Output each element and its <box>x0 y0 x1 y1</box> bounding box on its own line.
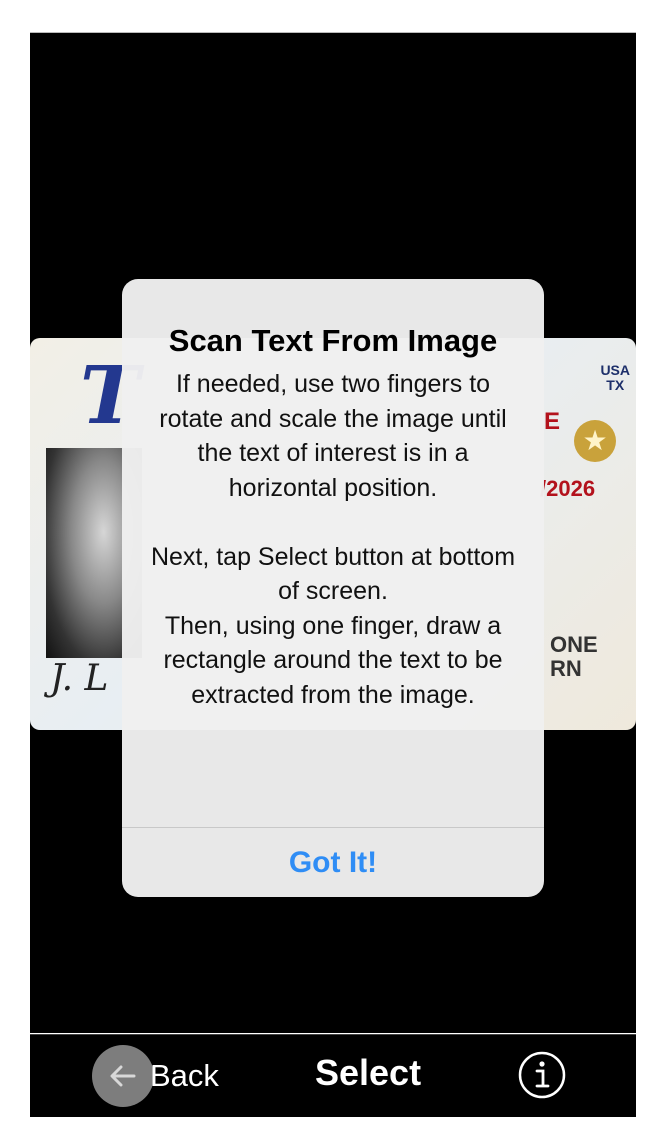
dialog-title: Scan Text From Image <box>168 323 498 358</box>
image-viewer[interactable]: T J. L USA TX ★ E /2026 ONE RN Scan Text… <box>30 32 636 1033</box>
card-signature: J. L <box>50 658 109 699</box>
card-text-one: ONE RN <box>550 633 598 681</box>
info-button[interactable] <box>518 1051 566 1099</box>
left-arrow-icon <box>92 1045 154 1107</box>
card-one-line1: ONE <box>550 632 598 657</box>
back-button[interactable]: Back <box>92 1045 219 1107</box>
got-it-button[interactable]: Got It! <box>122 828 544 897</box>
card-state-text: TX <box>606 377 625 393</box>
dialog-body: If needed, use two fingers to rotate and… <box>150 370 516 709</box>
bottom-toolbar: Back Select <box>30 1034 636 1117</box>
card-country: USA TX <box>600 363 630 393</box>
instructions-dialog: Scan Text From Image If needed, use two … <box>122 279 544 897</box>
card-usa-text: USA <box>600 362 630 378</box>
back-label: Back <box>150 1058 219 1093</box>
info-icon <box>518 1051 566 1099</box>
card-text-e: E <box>544 408 561 435</box>
select-button[interactable]: Select <box>315 1052 421 1094</box>
card-star-seal: ★ <box>574 420 616 462</box>
card-date: /2026 <box>540 476 596 501</box>
card-one-line2: RN <box>550 656 582 681</box>
